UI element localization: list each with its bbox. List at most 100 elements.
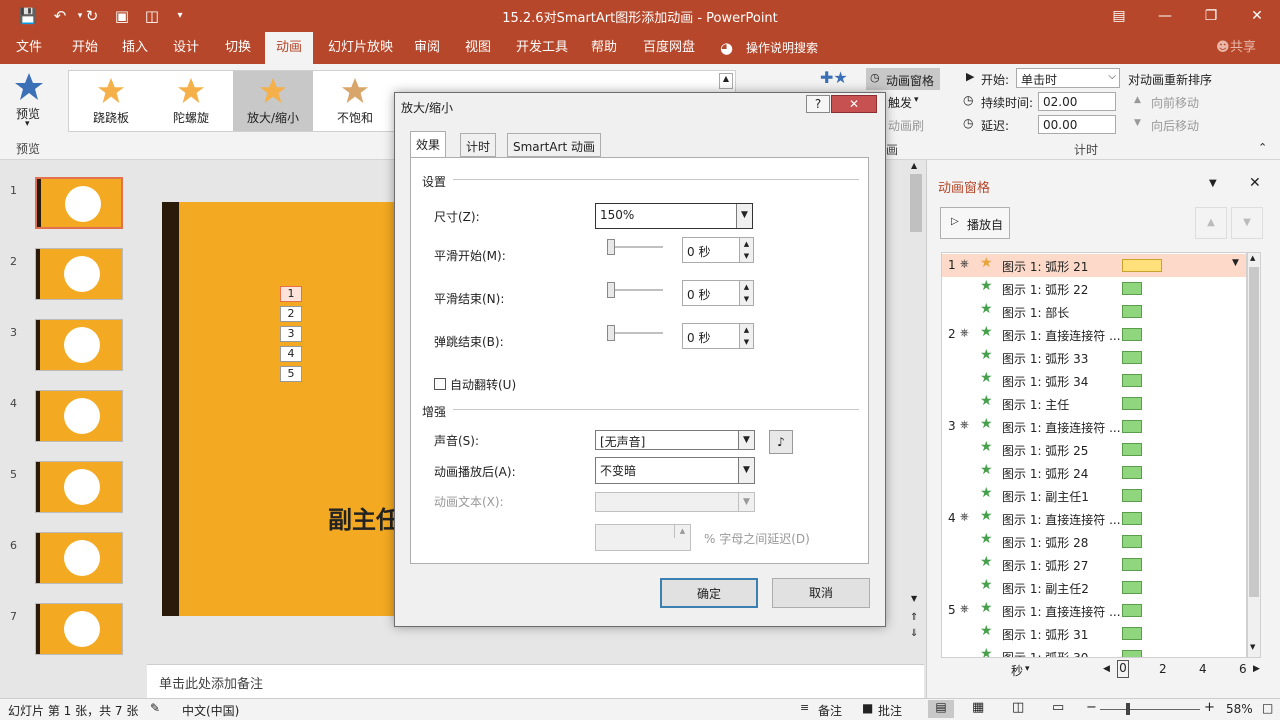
animation-list-item[interactable]: ★ 图示 1: 弧形 27	[942, 553, 1232, 576]
chevron-down-icon[interactable]: ▼	[738, 431, 754, 449]
spin-up-icon[interactable]: ▲	[739, 281, 753, 293]
spin-down-icon[interactable]: ▼	[739, 293, 753, 305]
close-dialog-button[interactable]: ✕	[831, 95, 877, 113]
previous-slide-icon[interactable]: ⇑	[910, 612, 918, 623]
animation-tag[interactable]: 2	[280, 306, 302, 322]
trigger-dropdown-icon[interactable]: ▾	[914, 95, 919, 105]
delay-input[interactable]: 00.00	[1038, 115, 1116, 134]
spin-up-icon[interactable]: ▲	[739, 238, 753, 250]
animation-tag[interactable]: 1	[280, 286, 302, 302]
zoom-out-icon[interactable]: −	[1086, 700, 1097, 715]
smooth-start-input[interactable]: 0 秒 ▲ ▼	[682, 237, 754, 263]
timeline-bar[interactable]	[1122, 374, 1142, 387]
reading-view-icon[interactable]: ◫	[1012, 700, 1024, 715]
notes-pane[interactable]: 单击此处添加备注	[147, 664, 924, 698]
slide-subtitle-text[interactable]: 副主任	[328, 500, 400, 535]
timeline-bar[interactable]	[1122, 650, 1142, 657]
timeline-bar[interactable]	[1122, 512, 1142, 525]
scroll-thumb[interactable]	[1249, 267, 1259, 597]
smooth-start-slider[interactable]	[607, 239, 663, 255]
animation-tag[interactable]: 4	[280, 346, 302, 362]
slide-thumbnail-3[interactable]	[35, 319, 123, 371]
zoom-level[interactable]: 58%	[1226, 702, 1253, 716]
timeline-bar[interactable]	[1122, 466, 1142, 479]
timeline-right-icon[interactable]: ▶	[1253, 664, 1260, 674]
animation-list-item[interactable]: ★ 图示 1: 主任	[942, 392, 1232, 415]
share-button[interactable]: 共享	[1222, 32, 1264, 64]
timeline-bar[interactable]	[1122, 305, 1142, 318]
collapse-ribbon-icon[interactable]: ⌃	[1258, 141, 1267, 154]
animation-list-item[interactable]: ★ 图示 1: 部长	[942, 300, 1232, 323]
slide-sorter-icon[interactable]: ▦	[972, 700, 984, 715]
speaker-icon[interactable]: ♪	[769, 430, 793, 454]
timeline-bar[interactable]	[1122, 489, 1142, 502]
timeline-bar[interactable]	[1122, 535, 1142, 548]
tell-me-search[interactable]: 操作说明搜索	[738, 32, 826, 64]
close-window-button[interactable]: ✕	[1234, 0, 1280, 32]
animation-list-item[interactable]: 1 ⎈ ★ 图示 1: 弧形 21 ▼	[942, 254, 1246, 277]
help-button[interactable]: ?	[806, 95, 830, 113]
item-dropdown-icon[interactable]: ▼	[1232, 258, 1239, 268]
preview-dropdown-icon[interactable]: ▾	[25, 119, 30, 129]
cancel-button[interactable]: 取消	[772, 578, 870, 608]
sound-select[interactable]: [无声音] ▼	[595, 430, 755, 450]
scroll-down-icon[interactable]: ▼	[1250, 643, 1255, 651]
slide-thumbnail-1[interactable]	[35, 177, 123, 229]
effect-desaturate[interactable]: 不饱和	[315, 71, 395, 131]
zoom-slider[interactable]	[1100, 703, 1200, 715]
slide-thumbnail-5[interactable]	[35, 461, 123, 513]
timeline-bar[interactable]	[1122, 259, 1162, 272]
slider-thumb[interactable]	[607, 282, 615, 298]
timeline-bar[interactable]	[1122, 581, 1142, 594]
timeline-bar[interactable]	[1122, 604, 1142, 617]
tab-developer[interactable]: 开发工具	[508, 32, 576, 64]
tab-view[interactable]: 视图	[457, 32, 499, 64]
tab-animations[interactable]: 动画	[265, 32, 313, 64]
ribbon-display-options-icon[interactable]: ▤	[1096, 0, 1142, 32]
tab-slideshow[interactable]: 幻灯片放映	[320, 32, 401, 64]
animation-tag[interactable]: 5	[280, 366, 302, 382]
spin-down-icon[interactable]: ▼	[739, 336, 753, 348]
timeline-bar[interactable]	[1122, 558, 1142, 571]
timeline-bar[interactable]	[1122, 282, 1142, 295]
notes-toggle-button[interactable]: 备注	[818, 702, 842, 719]
close-pane-icon[interactable]: ✕	[1249, 175, 1261, 191]
seconds-dropdown[interactable]: 秒	[1011, 662, 1023, 679]
effect-spin[interactable]: 陀螺旋	[151, 71, 231, 131]
spin-down-icon[interactable]: ▼	[739, 250, 753, 262]
timeline-bar[interactable]	[1122, 420, 1142, 433]
zoom-slider-thumb[interactable]	[1126, 703, 1130, 715]
tab-home[interactable]: 开始	[64, 32, 106, 64]
chevron-down-icon[interactable]: ▼	[738, 458, 754, 483]
timeline-bar[interactable]	[1122, 397, 1142, 410]
smooth-end-slider[interactable]	[607, 282, 663, 298]
move-down-button[interactable]: ▼	[1231, 207, 1263, 239]
slide-scrollbar[interactable]: ▲ ▼	[908, 160, 924, 610]
tab-smartart-animation[interactable]: SmartArt 动画	[507, 133, 601, 157]
timeline-left-icon[interactable]: ◀	[1103, 664, 1110, 674]
chevron-down-icon[interactable]: ▼	[736, 204, 752, 228]
after-animation-select[interactable]: 不变暗 ▼	[595, 457, 755, 484]
animation-list-item[interactable]: 4 ⎈ ★ 图示 1: 直接连接符 ...	[942, 507, 1232, 530]
tab-design[interactable]: 设计	[165, 32, 207, 64]
spin-up-icon[interactable]: ▲	[739, 324, 753, 336]
scroll-up-icon[interactable]: ▲	[911, 161, 917, 170]
animation-list-item[interactable]: 5 ⎈ ★ 图示 1: 直接连接符 ...	[942, 599, 1232, 622]
animation-list-item[interactable]: ★ 图示 1: 弧形 22	[942, 277, 1232, 300]
auto-reverse-label[interactable]: 自动翻转(U)	[450, 376, 516, 393]
slide-thumbnail-2[interactable]	[35, 248, 123, 300]
slide-thumbnail-6[interactable]	[35, 532, 123, 584]
size-combo[interactable]: 150% ▼	[595, 203, 753, 229]
animation-list-scrollbar[interactable]: ▲ ▼	[1247, 252, 1261, 658]
animation-list-item[interactable]: ★ 图示 1: 弧形 33	[942, 346, 1232, 369]
effect-teeter[interactable]: 跷跷板	[71, 71, 151, 131]
language-indicator[interactable]: 中文(中国)	[182, 702, 239, 719]
animate-text-select[interactable]: ▼	[595, 492, 755, 512]
tab-review[interactable]: 审阅	[406, 32, 448, 64]
timeline-bar[interactable]	[1122, 443, 1142, 456]
tab-insert[interactable]: 插入	[114, 32, 156, 64]
letter-delay-input[interactable]: ▲	[595, 524, 691, 551]
start-select[interactable]: 单击时 ⌵	[1016, 68, 1120, 88]
fit-to-window-icon[interactable]: □	[1262, 701, 1273, 715]
scroll-up-icon[interactable]: ▲	[1250, 254, 1255, 262]
